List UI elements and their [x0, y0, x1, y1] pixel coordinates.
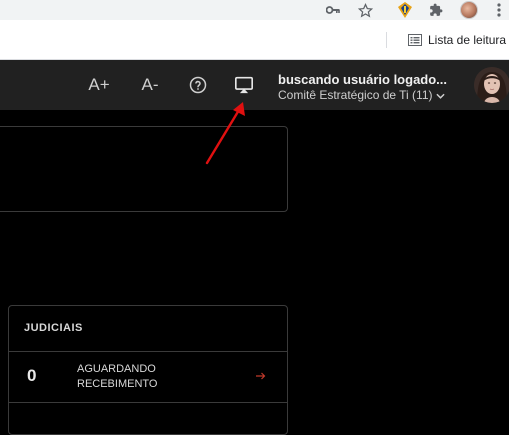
app-header: A+ A- buscando usuário logado... Comitê … — [0, 60, 509, 110]
kebab-menu-icon[interactable] — [490, 0, 508, 20]
list-item-aguardando-recebimento[interactable]: 0 AGUARDANDO RECEBIMENTO — [9, 352, 287, 402]
chevron-down-icon — [435, 88, 445, 102]
arrow-right-icon[interactable] — [256, 369, 266, 383]
star-icon[interactable] — [355, 0, 375, 20]
judiciais-card: JUDICIAIS 0 AGUARDANDO RECEBIMENTO — [8, 305, 288, 435]
profile-avatar[interactable] — [458, 0, 480, 20]
key-icon[interactable] — [323, 0, 343, 20]
reading-list-icon — [408, 34, 422, 46]
card-title: JUDICIAIS — [24, 322, 83, 334]
committee-selector[interactable]: Comitê Estratégico de Ti (11) — [278, 88, 464, 102]
user-name: buscando usuário logado... — [278, 72, 448, 87]
user-info[interactable]: buscando usuário logado... Comitê Estrat… — [278, 72, 464, 102]
summary-card — [0, 126, 288, 212]
puzzle-icon[interactable] — [426, 0, 446, 20]
user-avatar[interactable] — [474, 67, 509, 103]
browser-toolbar — [0, 0, 509, 20]
extension-icon[interactable] — [395, 0, 415, 20]
font-decrease-button[interactable]: A- — [136, 60, 164, 110]
committee-label: Comitê Estratégico de Ti (11) — [278, 88, 433, 102]
font-increase-button[interactable]: A+ — [84, 60, 114, 110]
divider — [9, 402, 287, 403]
help-icon[interactable] — [186, 60, 210, 110]
cast-screen-icon[interactable] — [231, 60, 257, 110]
bookmarks-separator — [386, 32, 387, 48]
item-count: 0 — [27, 366, 37, 385]
bookmarks-bar: Lista de leitura — [0, 20, 509, 60]
reading-list-button[interactable]: Lista de leitura — [408, 30, 506, 50]
reading-list-label: Lista de leitura — [428, 33, 507, 47]
item-label: AGUARDANDO RECEBIMENTO — [77, 363, 158, 390]
